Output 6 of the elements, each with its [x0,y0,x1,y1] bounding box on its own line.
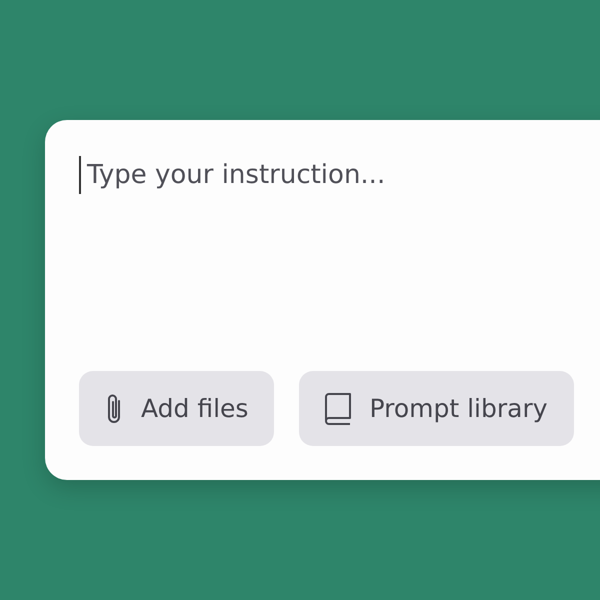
instruction-field[interactable]: Type your instruction... [81,156,567,306]
book-icon [323,392,354,426]
prompt-library-button[interactable]: Prompt library [299,371,574,446]
prompt-field[interactable]: Type your instruction... Add files Prompt library [45,120,600,480]
add-files-button[interactable]: Add files [79,371,274,446]
text-caret [79,156,81,194]
